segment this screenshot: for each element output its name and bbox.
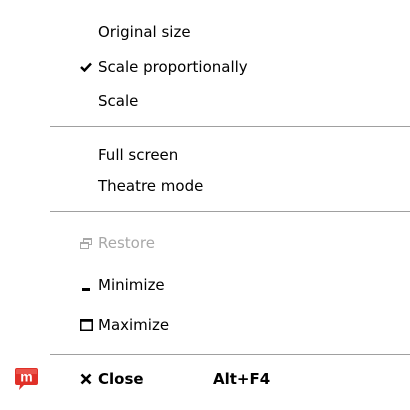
maximize-icon: [76, 310, 96, 340]
menu-item-shortcut: Alt+F4: [213, 370, 271, 388]
menu-separator: [50, 126, 410, 128]
menu-item-scale-proportionally[interactable]: Scale proportionally: [50, 52, 410, 82]
menu-item-theatre-mode[interactable]: Theatre mode: [50, 171, 410, 201]
restore-icon: [76, 228, 96, 258]
menu-item-full-screen[interactable]: Full screen: [50, 140, 410, 170]
minimize-icon: [76, 270, 96, 300]
menu-item-minimize[interactable]: Minimize: [50, 270, 410, 300]
window-context-menu: Original size Scale proportionally Scale…: [50, 0, 410, 410]
menu-separator: [50, 354, 410, 356]
menu-item-label: Scale proportionally: [98, 58, 248, 76]
menu-item-restore: Restore: [50, 228, 410, 258]
menu-item-label: Original size: [98, 23, 191, 41]
menu-item-label: Restore: [98, 234, 155, 252]
menu-item-scale[interactable]: Scale: [50, 86, 410, 116]
close-icon: [76, 364, 96, 394]
menu-item-maximize[interactable]: Maximize: [50, 310, 410, 340]
menu-item-label: Minimize: [98, 276, 165, 294]
menu-item-label: Theatre mode: [98, 177, 204, 195]
app-icon[interactable]: m: [14, 366, 39, 391]
app-icon-letter: m: [20, 369, 32, 385]
menu-item-original-size[interactable]: Original size: [50, 17, 410, 47]
menu-item-label: Scale: [98, 92, 139, 110]
checkmark-icon: [76, 52, 96, 82]
menu-item-label: Maximize: [98, 316, 170, 334]
menu-item-label: Full screen: [98, 146, 179, 164]
menu-item-label: Close: [98, 370, 144, 388]
menu-item-close[interactable]: Close Alt+F4: [50, 364, 410, 394]
menu-separator: [50, 211, 410, 213]
